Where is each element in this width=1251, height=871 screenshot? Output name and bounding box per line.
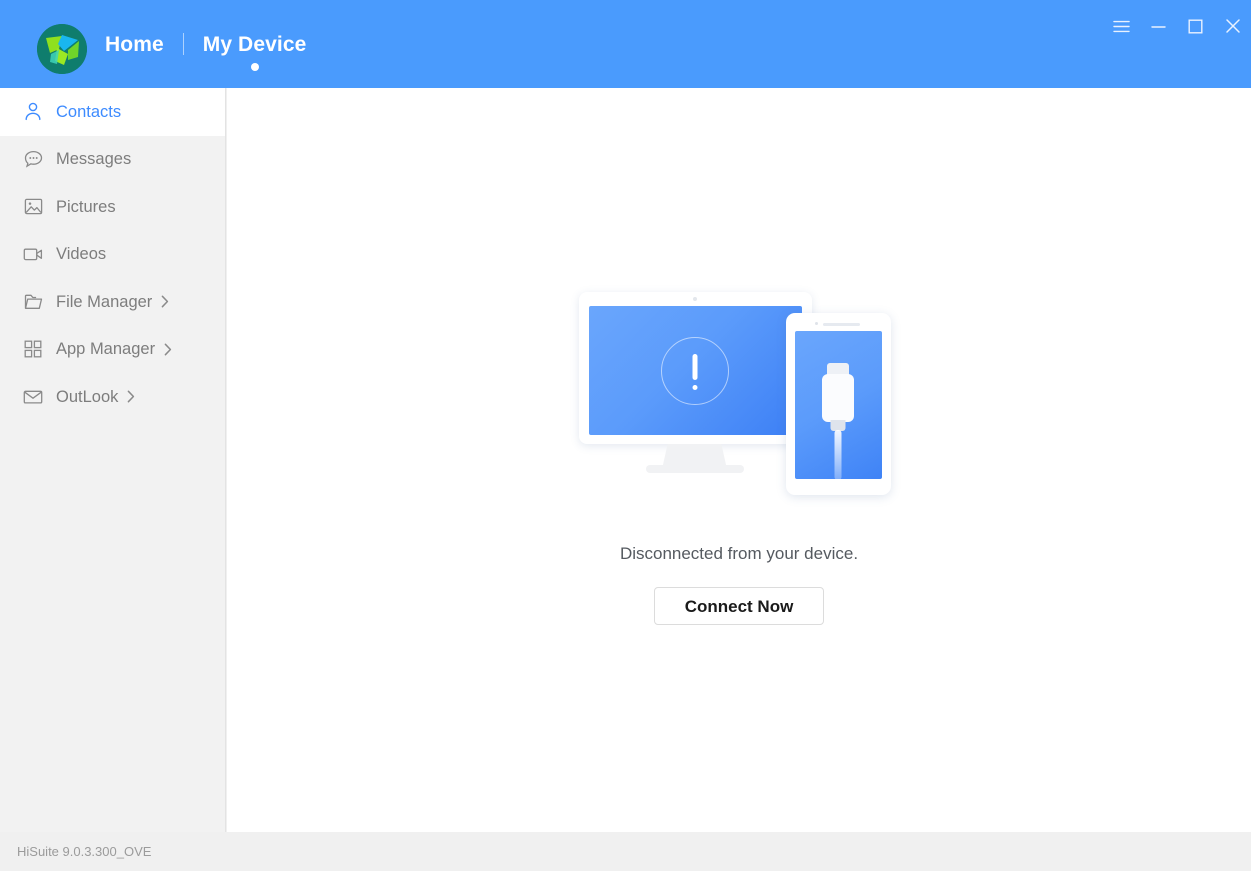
sidebar-item-pictures-label: Pictures bbox=[56, 197, 116, 216]
sidebar-item-outlook[interactable]: OutLook bbox=[0, 373, 225, 421]
monitor-screen bbox=[588, 306, 802, 435]
folder-icon bbox=[22, 291, 44, 313]
close-icon[interactable] bbox=[1214, 4, 1251, 48]
version-label: HiSuite 9.0.3.300_OVE bbox=[17, 844, 152, 859]
hisuite-logo-icon bbox=[37, 24, 87, 74]
disconnected-devices-illustration bbox=[578, 285, 909, 515]
sidebar-item-contacts[interactable]: Contacts bbox=[0, 88, 225, 136]
nav-item-home-label: Home bbox=[105, 32, 164, 56]
chevron-right-icon bbox=[161, 295, 169, 308]
warning-exclamation-icon bbox=[661, 336, 729, 405]
hisuite-window: Home My Device Contacts Messages Picture… bbox=[0, 0, 1251, 871]
sidebar-item-videos[interactable]: Videos bbox=[0, 231, 225, 279]
tablet-graphic bbox=[785, 313, 891, 495]
nav-item-my-device-label: My Device bbox=[202, 32, 307, 56]
person-icon bbox=[22, 101, 44, 123]
window-controls bbox=[1103, 0, 1251, 52]
sidebar-item-app-manager-label: App Manager bbox=[56, 340, 156, 358]
image-icon bbox=[22, 196, 44, 218]
tablet-speaker-grille bbox=[822, 322, 860, 326]
sidebar-item-pictures[interactable]: Pictures bbox=[0, 183, 225, 231]
sidebar-item-messages[interactable]: Messages bbox=[0, 136, 225, 184]
chevron-right-icon bbox=[127, 390, 135, 403]
status-bar: HiSuite 9.0.3.300_OVE bbox=[0, 832, 1251, 871]
disconnected-empty-state: Disconnected from your device. Connect N… bbox=[227, 88, 1251, 625]
title-bar: Home My Device bbox=[0, 0, 1251, 88]
grid-icon bbox=[22, 338, 44, 360]
monitor-camera-dot bbox=[693, 297, 697, 301]
sidebar-item-outlook-label: OutLook bbox=[56, 387, 119, 406]
sidebar-item-messages-label: Messages bbox=[56, 150, 132, 168]
envelope-icon bbox=[22, 386, 44, 408]
top-nav: Home My Device bbox=[103, 0, 308, 88]
minimize-icon[interactable] bbox=[1140, 4, 1177, 48]
connect-now-button[interactable]: Connect Now bbox=[654, 587, 824, 625]
sidebar-item-contacts-label: Contacts bbox=[56, 102, 122, 121]
nav-divider bbox=[182, 33, 184, 55]
connection-status-message: Disconnected from your device. bbox=[619, 544, 859, 563]
chat-icon bbox=[22, 148, 44, 170]
usb-cable bbox=[834, 430, 842, 479]
chevron-right-icon bbox=[164, 343, 172, 356]
maximize-icon[interactable] bbox=[1177, 4, 1214, 48]
monitor-stand-neck bbox=[662, 444, 727, 467]
main-content: Disconnected from your device. Connect N… bbox=[227, 88, 1251, 832]
usb-connector-body bbox=[822, 374, 854, 422]
sidebar-item-videos-label: Videos bbox=[56, 245, 107, 263]
monitor-graphic bbox=[578, 292, 812, 444]
sidebar-item-file-manager[interactable]: File Manager bbox=[0, 278, 225, 326]
sidebar: Contacts Messages Pictures Videos File M… bbox=[0, 88, 226, 832]
nav-item-my-device[interactable]: My Device bbox=[201, 32, 309, 71]
sidebar-item-file-manager-label: File Manager bbox=[56, 292, 153, 311]
sidebar-item-app-manager[interactable]: App Manager bbox=[0, 326, 225, 374]
active-tab-indicator-dot bbox=[250, 62, 259, 71]
nav-item-home[interactable]: Home bbox=[103, 34, 166, 55]
video-icon bbox=[22, 243, 44, 265]
monitor-stand-base bbox=[645, 465, 744, 473]
tablet-screen bbox=[794, 331, 882, 479]
menu-icon[interactable] bbox=[1103, 4, 1140, 48]
tablet-camera-dot bbox=[814, 322, 818, 325]
